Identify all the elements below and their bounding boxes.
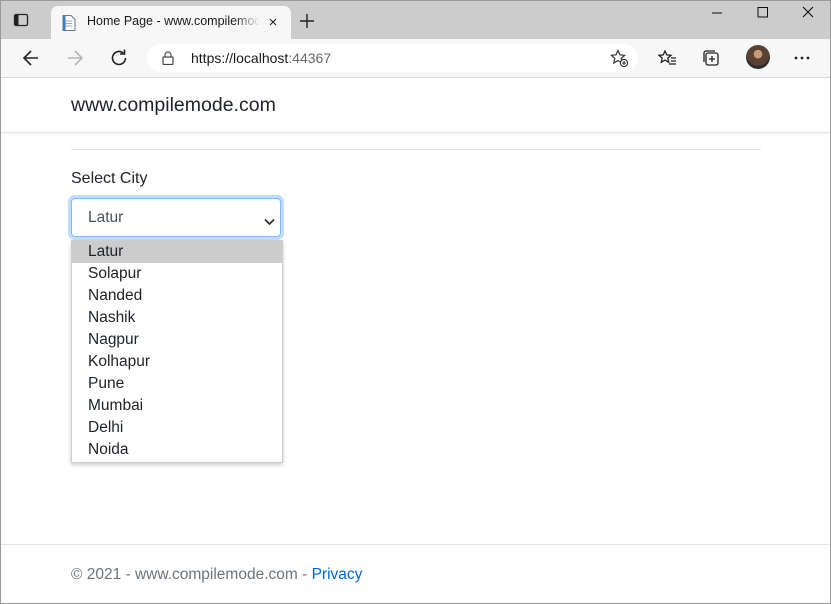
minimize-icon[interactable] [694,1,740,25]
collections-icon[interactable] [699,46,723,70]
tab-title: Home Page - www.compilemode.com [87,14,260,28]
browser-tab-active[interactable]: Home Page - www.compilemode.com × [51,6,291,39]
back-icon[interactable] [19,46,43,70]
new-tab-icon[interactable] [296,10,318,32]
footer-divider [1,544,830,545]
city-option[interactable]: Nashik [72,307,282,329]
footer-copyright: © 2021 - www.compilemode.com - [71,566,312,583]
city-option[interactable]: Kolhapur [72,351,282,373]
browser-window: Home Page - www.compilemode.com × [0,0,831,604]
city-option[interactable]: Delhi [72,417,282,439]
tab-actions-icon[interactable] [13,12,29,28]
more-icon[interactable] [790,46,814,70]
close-tab-icon[interactable]: × [264,14,282,32]
close-window-icon[interactable] [786,1,830,25]
page-icon [62,15,76,31]
city-option[interactable]: Noida [72,439,282,461]
footer: © 2021 - www.compilemode.com - Privacy [71,566,362,584]
city-option[interactable]: Latur [72,241,282,263]
maximize-icon[interactable] [740,1,786,25]
city-option[interactable]: Mumbai [72,395,282,417]
profile-avatar[interactable] [746,45,770,69]
city-dropdown-list: Latur Solapur Nanded Nashik Nagpur Kolha… [71,240,283,463]
url-text[interactable]: https://localhost:44367 [191,50,331,66]
page-content: www.compilemode.com Select City Latur La… [1,78,830,603]
url-port: :44367 [288,50,332,66]
city-option[interactable]: Solapur [72,263,282,285]
city-option[interactable]: Pune [72,373,282,395]
add-favorite-icon[interactable] [609,48,629,68]
city-select-value: Latur [88,209,124,226]
city-option[interactable]: Nagpur [72,329,282,351]
url-host: localhost [233,50,289,66]
site-header: www.compilemode.com [1,78,830,133]
address-bar[interactable]: https://localhost:44367 [147,44,638,72]
privacy-link[interactable]: Privacy [312,566,363,583]
city-option[interactable]: Nanded [72,285,282,307]
forward-icon[interactable] [63,46,87,70]
lock-icon[interactable] [162,51,174,66]
refresh-icon[interactable] [107,46,131,70]
title-bar: Home Page - www.compilemode.com × [1,1,830,39]
brand-link[interactable]: www.compilemode.com [71,94,276,117]
select-city-label: Select City [71,170,148,187]
divider [71,149,761,150]
city-select[interactable]: Latur [71,198,281,237]
favorites-icon[interactable] [655,46,679,70]
url-prefix: https:// [191,50,234,66]
browser-toolbar: https://localhost:44367 [1,39,830,78]
chevron-down-icon [264,213,275,226]
